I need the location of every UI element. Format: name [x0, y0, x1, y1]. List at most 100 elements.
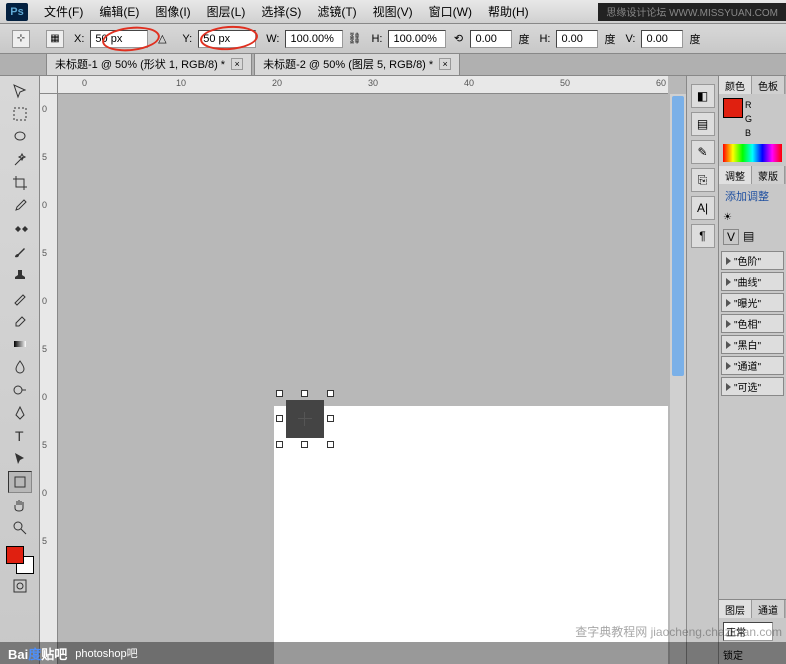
preset-curves[interactable]: "曲线": [721, 272, 784, 291]
w-label: W:: [266, 33, 279, 45]
y-input[interactable]: [198, 30, 256, 48]
tab-channels[interactable]: 通道: [752, 600, 785, 618]
menu-select[interactable]: 选择(S): [253, 0, 309, 23]
toolbox: T: [0, 76, 40, 664]
reference-point-icon[interactable]: ▦: [46, 30, 64, 48]
add-adjustment-link[interactable]: 添加调整: [719, 184, 786, 208]
canvas[interactable]: [58, 94, 668, 664]
y-label: Y:: [182, 33, 192, 45]
lasso-tool[interactable]: [8, 126, 32, 148]
hangle-input[interactable]: [556, 30, 598, 48]
w-input[interactable]: [285, 30, 343, 48]
handle-bottom[interactable]: [301, 441, 308, 448]
preset-exposure[interactable]: "曝光": [721, 293, 784, 312]
handle-top-right[interactable]: [327, 390, 334, 397]
preset-bw[interactable]: "黑白": [721, 335, 784, 354]
ruler-horizontal[interactable]: 0102030405060: [58, 76, 668, 94]
menu-file[interactable]: 文件(F): [36, 0, 91, 23]
brush-panel-icon[interactable]: ✎: [691, 140, 715, 164]
app-logo: Ps: [6, 3, 28, 21]
type-tool[interactable]: T: [8, 425, 32, 447]
handle-top-left[interactable]: [276, 390, 283, 397]
x-input[interactable]: [90, 30, 148, 48]
eyedropper-tool[interactable]: [8, 195, 32, 217]
preset-selective[interactable]: "可选": [721, 377, 784, 396]
tab-masks[interactable]: 蒙版: [752, 166, 785, 184]
shape-tool[interactable]: [8, 471, 32, 493]
menu-help[interactable]: 帮助(H): [480, 0, 537, 23]
ruler-corner: [40, 76, 58, 94]
dock-icon-strip: ◧ ▤ ✎ ⎘ A| ¶: [686, 76, 718, 664]
marquee-tool[interactable]: [8, 103, 32, 125]
brightness-icon[interactable]: ☀: [723, 212, 732, 223]
heal-tool[interactable]: [8, 218, 32, 240]
hangle-unit: 度: [604, 31, 615, 47]
handle-left[interactable]: [276, 415, 283, 422]
actions-panel-icon[interactable]: ▤: [691, 112, 715, 136]
character-panel-icon[interactable]: A|: [691, 196, 715, 220]
grayscale-icon[interactable]: ▤: [743, 229, 754, 245]
paragraph-panel-icon[interactable]: ¶: [691, 224, 715, 248]
tab-color[interactable]: 颜色: [719, 76, 752, 94]
vangle-label: V:: [625, 33, 635, 45]
hand-tool[interactable]: [8, 494, 32, 516]
brush-tool[interactable]: [8, 241, 32, 263]
move-tool[interactable]: [8, 80, 32, 102]
path-select-tool[interactable]: [8, 448, 32, 470]
preset-channel[interactable]: "通道": [721, 356, 784, 375]
handle-bottom-right[interactable]: [327, 441, 334, 448]
handle-top[interactable]: [301, 390, 308, 397]
clone-panel-icon[interactable]: ⎘: [691, 168, 715, 192]
color-fg-swatch[interactable]: [723, 98, 743, 118]
menu-view[interactable]: 视图(V): [365, 0, 421, 23]
foreground-color[interactable]: [6, 546, 24, 564]
menu-filter[interactable]: 滤镜(T): [309, 0, 364, 23]
angle-input[interactable]: [470, 30, 512, 48]
tab-swatches[interactable]: 色板: [752, 76, 785, 94]
pen-tool[interactable]: [8, 402, 32, 424]
history-brush-tool[interactable]: [8, 287, 32, 309]
handle-bottom-left[interactable]: [276, 441, 283, 448]
spectrum-ramp[interactable]: [723, 144, 782, 162]
eraser-tool[interactable]: [8, 310, 32, 332]
tab-layers[interactable]: 图层: [719, 600, 752, 618]
menu-window[interactable]: 窗口(W): [421, 0, 480, 23]
vibrance-icon[interactable]: V: [723, 229, 739, 245]
h-input[interactable]: [388, 30, 446, 48]
document-tab-1[interactable]: 未标题-1 @ 50% (形状 1, RGB/8) * ×: [46, 52, 252, 75]
menu-image[interactable]: 图像(I): [147, 0, 198, 23]
dodge-tool[interactable]: [8, 379, 32, 401]
quickmask-tool[interactable]: [8, 575, 32, 597]
crop-tool[interactable]: [8, 172, 32, 194]
transform-selection[interactable]: [280, 394, 330, 444]
blur-tool[interactable]: [8, 356, 32, 378]
ruler-vertical[interactable]: 0505050505: [40, 94, 58, 664]
preset-levels[interactable]: "色阶": [721, 251, 784, 270]
close-icon[interactable]: ×: [439, 58, 451, 70]
scrollbar-thumb[interactable]: [672, 96, 684, 376]
angle-icon: ⟲: [450, 32, 466, 45]
adjustment-icons: ☀: [719, 208, 786, 227]
gradient-tool[interactable]: [8, 333, 32, 355]
link-icon[interactable]: ⛓: [347, 32, 361, 45]
history-panel-icon[interactable]: ◧: [691, 84, 715, 108]
menu-edit[interactable]: 编辑(E): [91, 0, 147, 23]
menu-layer[interactable]: 图层(L): [199, 0, 254, 23]
transform-icon[interactable]: ⊹: [12, 30, 30, 48]
handle-right[interactable]: [327, 415, 334, 422]
x-label: X:: [74, 33, 84, 45]
scrollbar-vertical[interactable]: [670, 94, 686, 664]
document-tab-2[interactable]: 未标题-2 @ 50% (图层 5, RGB/8) * ×: [254, 52, 460, 75]
angle-unit: 度: [518, 31, 529, 47]
h-label: H:: [371, 33, 382, 45]
preset-hue[interactable]: "色相": [721, 314, 784, 333]
close-icon[interactable]: ×: [231, 58, 243, 70]
tab-adjustments[interactable]: 调整: [719, 166, 752, 184]
vangle-input[interactable]: [641, 30, 683, 48]
transform-center-icon[interactable]: [300, 414, 310, 424]
color-swatches[interactable]: [6, 546, 34, 574]
zoom-tool[interactable]: [8, 517, 32, 539]
wand-tool[interactable]: [8, 149, 32, 171]
stamp-tool[interactable]: [8, 264, 32, 286]
triangle-icon: △: [152, 32, 172, 45]
